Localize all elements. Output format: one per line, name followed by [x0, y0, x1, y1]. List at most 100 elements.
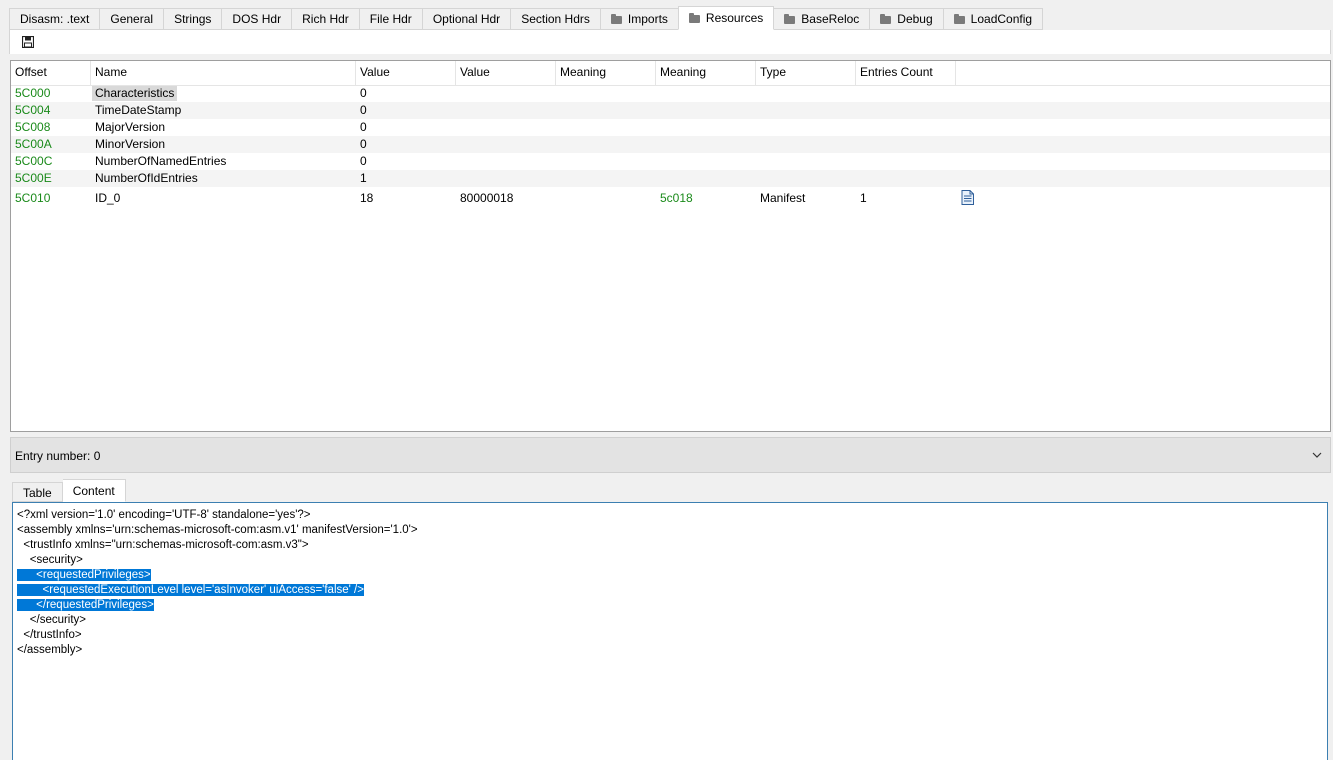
tab-label: Strings: [174, 12, 212, 26]
cell-value2: [456, 170, 556, 187]
cell-meaning: [556, 170, 656, 187]
column-header[interactable]: Name: [91, 61, 356, 85]
column-header[interactable]: Value: [356, 61, 456, 85]
cell-type: [756, 170, 856, 187]
tab-general[interactable]: General: [99, 8, 164, 30]
main-tab-bar: Disasm: .text General Strings DOS Hdr Rich H…: [9, 6, 1044, 30]
column-header[interactable]: Value: [456, 61, 556, 85]
cell-value: 1: [360, 171, 367, 185]
tab-disasm-text[interactable]: Disasm: .text: [9, 8, 100, 30]
cell-entries: [856, 153, 956, 170]
tab-file-hdr[interactable]: File Hdr: [358, 8, 422, 30]
tab-imports[interactable]: Imports: [599, 8, 678, 30]
cell-type: [756, 119, 856, 136]
content-line: <requestedPrivileges>: [17, 568, 151, 583]
cell-meaning2: [656, 153, 756, 170]
cell-value: 18: [360, 191, 374, 205]
content-line: <requestedExecutionLevel level='asInvoke…: [17, 583, 364, 598]
content-line: </assembly>: [17, 643, 82, 658]
tab-resources[interactable]: Resources: [677, 6, 775, 30]
cell-meaning2: [656, 119, 756, 136]
cell-type: [756, 136, 856, 153]
column-header[interactable]: Entries Count: [856, 61, 956, 85]
tab-strings[interactable]: Strings: [163, 8, 222, 30]
content-line: </trustInfo>: [17, 628, 82, 643]
content-line: <trustInfo xmlns="urn:schemas-microsoft-…: [17, 538, 308, 553]
selected-text: <requestedExecutionLevel level='asInvoke…: [17, 584, 364, 596]
cell-name: NumberOfNamedEntries: [95, 154, 227, 168]
entry-number-label: Entry number: 0: [15, 449, 101, 463]
text: </trustInfo>: [17, 629, 82, 641]
entry-selector[interactable]: Entry number: 0: [10, 437, 1331, 473]
table-row[interactable]: 5C000 Characteristics 0: [11, 85, 1330, 102]
text: </assembly>: [17, 644, 83, 656]
content-line: </requestedPrivileges>: [17, 598, 154, 613]
column-header[interactable]: Offset: [11, 61, 91, 85]
cell-meaning: [556, 136, 656, 153]
table-row[interactable]: 5C004 TimeDateStamp 0: [11, 102, 1330, 119]
tab-label: Section Hdrs: [521, 12, 590, 26]
tab-loadconfig[interactable]: LoadConfig: [942, 8, 1044, 30]
column-header[interactable]: Type: [756, 61, 856, 85]
cell-offset: 5C008: [15, 120, 51, 134]
tab-label: BaseReloc: [801, 12, 860, 26]
tab-section-hdrs[interactable]: Section Hdrs: [510, 8, 600, 30]
chevron-down-icon[interactable]: [1312, 451, 1322, 459]
tab-rich-hdr[interactable]: Rich Hdr: [291, 8, 359, 30]
folder-icon: [784, 14, 796, 24]
table-header: Offset Name Value Value Meaning Meaning Type En…: [11, 61, 1330, 86]
folder-icon: [610, 14, 622, 24]
tab-label: General: [110, 12, 154, 26]
cell-offset: 5C004: [15, 103, 51, 117]
table-row[interactable]: 5C00C NumberOfNamedEntries 0: [11, 153, 1330, 170]
cell-value: 0: [360, 137, 367, 151]
cell-meaning: [556, 85, 656, 102]
cell-value2: [456, 119, 556, 136]
tab-dos-hdr[interactable]: DOS Hdr: [221, 8, 292, 30]
content-line: </security>: [17, 613, 86, 628]
tab-label: DOS Hdr: [232, 12, 282, 26]
table-row[interactable]: 5C008 MajorVersion 0: [11, 119, 1330, 136]
text: <assembly xmlns='urn:schemas-microsoft-c…: [17, 524, 418, 536]
document-icon[interactable]: [961, 190, 974, 205]
cell-value2: [456, 136, 556, 153]
folder-icon: [953, 14, 965, 24]
subtab-table[interactable]: Table: [12, 482, 63, 502]
cell-meaning: [556, 187, 656, 209]
manifest-content-view[interactable]: <?xml version='1.0' encoding='UTF-8' sta…: [12, 502, 1328, 760]
cell-meaning: [556, 102, 656, 119]
cell-meaning: [556, 119, 656, 136]
cell-name: MajorVersion: [95, 120, 166, 134]
tab-label: Debug: [897, 12, 933, 26]
cell-offset: 5C00C: [15, 154, 53, 168]
save-icon[interactable]: [22, 36, 34, 48]
resources-table[interactable]: Offset Name Value Value Meaning Meaning Type En…: [10, 60, 1331, 432]
cell-meaning2: [656, 136, 756, 153]
cell-meaning2: [656, 85, 756, 102]
selected-text: <requestedPrivileges>: [17, 569, 151, 581]
tab-label: Rich Hdr: [302, 12, 349, 26]
tab-basereloc[interactable]: BaseReloc: [774, 8, 870, 30]
table-row[interactable]: 5C00A MinorVersion 0: [11, 136, 1330, 153]
cell-value: 0: [360, 86, 367, 100]
cell-value2: 80000018: [460, 191, 514, 205]
text: </security>: [17, 614, 87, 626]
cell-entries: [856, 102, 956, 119]
cell-value: 0: [360, 154, 367, 168]
cell-value2: [456, 85, 556, 102]
tab-optional-hdr[interactable]: Optional Hdr: [421, 8, 511, 30]
cell-meaning2: [656, 102, 756, 119]
subtab-content[interactable]: Content: [62, 479, 126, 502]
column-header[interactable]: Meaning: [556, 61, 656, 85]
cell-value: 0: [360, 103, 367, 117]
cell-meaning2: 5c018: [660, 191, 693, 205]
cell-name: ID_0: [95, 191, 121, 205]
column-header[interactable]: Meaning: [656, 61, 756, 85]
cell-entries: [856, 85, 956, 102]
table-row[interactable]: 5C010 ID_0 18 80000018 5c018 Manifest 1: [11, 187, 1330, 209]
cell-name: NumberOfIdEntries: [95, 171, 198, 185]
cell-entries: [856, 170, 956, 187]
cell-offset: 5C000: [15, 86, 51, 100]
table-row[interactable]: 5C00E NumberOfIdEntries 1: [11, 170, 1330, 187]
tab-debug[interactable]: Debug: [869, 8, 943, 30]
